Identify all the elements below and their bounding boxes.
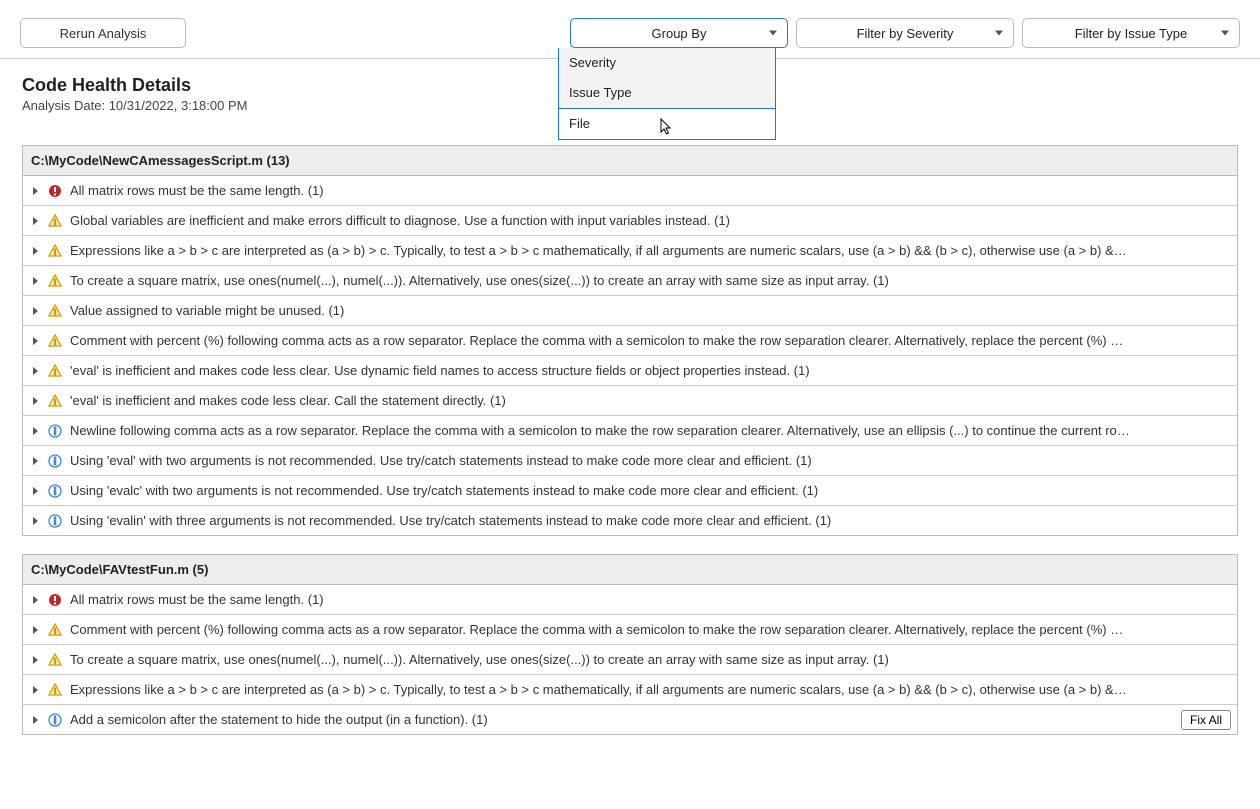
issue-row[interactable]: Comment with percent (%) following comma… [23, 615, 1237, 645]
warning-icon [48, 274, 62, 288]
warning-icon [48, 304, 62, 318]
chevron-down-icon [1221, 31, 1229, 36]
group-by-label: Group By [652, 26, 707, 41]
expand-icon[interactable] [33, 686, 38, 694]
error-icon [48, 593, 62, 607]
issue-text: Expressions like a > b > c are interpret… [70, 682, 1227, 697]
issue-row[interactable]: Comment with percent (%) following comma… [23, 326, 1237, 356]
info-icon [48, 424, 62, 438]
chevron-down-icon [769, 31, 777, 36]
issue-row[interactable]: Expressions like a > b > c are interpret… [23, 236, 1237, 266]
issue-text: Comment with percent (%) following comma… [70, 333, 1227, 348]
fix-all-button[interactable]: Fix All [1181, 710, 1231, 730]
issue-text: All matrix rows must be the same length.… [70, 183, 1227, 198]
warning-icon [48, 653, 62, 667]
issue-text: 'eval' is inefficient and makes code les… [70, 393, 1227, 408]
expand-icon[interactable] [33, 517, 38, 525]
file-group-header[interactable]: C:\MyCode\NewCAmessagesScript.m (13) [23, 146, 1237, 176]
issue-row[interactable]: Using 'eval' with two arguments is not r… [23, 446, 1237, 476]
issue-row[interactable]: To create a square matrix, use ones(nume… [23, 645, 1237, 675]
warning-icon [48, 244, 62, 258]
expand-icon[interactable] [33, 427, 38, 435]
issue-row[interactable]: Global variables are inefficient and mak… [23, 206, 1237, 236]
issue-text: Newline following comma acts as a row se… [70, 423, 1227, 438]
info-icon [48, 514, 62, 528]
chevron-down-icon [995, 31, 1003, 36]
issue-text: 'eval' is inefficient and makes code les… [70, 363, 1227, 378]
issue-text: Expressions like a > b > c are interpret… [70, 243, 1227, 258]
issue-text: Using 'evalc' with two arguments is not … [70, 483, 1227, 498]
info-icon [48, 484, 62, 498]
issue-text: Add a semicolon after the statement to h… [70, 712, 1227, 727]
file-group: C:\MyCode\FAVtestFun.m (5) All matrix row… [22, 554, 1238, 735]
expand-icon[interactable] [33, 247, 38, 255]
expand-icon[interactable] [33, 487, 38, 495]
expand-icon[interactable] [33, 397, 38, 405]
issue-row[interactable]: Newline following comma acts as a row se… [23, 416, 1237, 446]
issue-row[interactable]: Add a semicolon after the statement to h… [23, 705, 1237, 734]
filter-issue-type-label: Filter by Issue Type [1075, 26, 1187, 41]
issue-row[interactable]: Using 'evalin' with three arguments is n… [23, 506, 1237, 535]
warning-icon [48, 394, 62, 408]
group-by-menu: Severity Issue Type File [558, 48, 776, 140]
issue-row[interactable]: All matrix rows must be the same length.… [23, 176, 1237, 206]
group-by-dropdown[interactable]: Group By [570, 18, 788, 48]
filter-issue-type-dropdown[interactable]: Filter by Issue Type [1022, 18, 1240, 48]
file-group-header[interactable]: C:\MyCode\FAVtestFun.m (5) [23, 555, 1237, 585]
issue-row[interactable]: 'eval' is inefficient and makes code les… [23, 356, 1237, 386]
group-by-option-issue-type[interactable]: Issue Type [559, 78, 775, 108]
expand-icon[interactable] [33, 596, 38, 604]
expand-icon[interactable] [33, 626, 38, 634]
warning-icon [48, 214, 62, 228]
issue-text: Value assigned to variable might be unus… [70, 303, 1227, 318]
issue-row[interactable]: All matrix rows must be the same length.… [23, 585, 1237, 615]
issue-text: Using 'evalin' with three arguments is n… [70, 513, 1227, 528]
info-icon [48, 454, 62, 468]
expand-icon[interactable] [33, 716, 38, 724]
expand-icon[interactable] [33, 217, 38, 225]
rerun-analysis-button[interactable]: Rerun Analysis [20, 18, 186, 48]
expand-icon[interactable] [33, 367, 38, 375]
expand-icon[interactable] [33, 187, 38, 195]
warning-icon [48, 683, 62, 697]
file-group: C:\MyCode\NewCAmessagesScript.m (13) All … [22, 145, 1238, 536]
expand-icon[interactable] [33, 457, 38, 465]
filter-severity-label: Filter by Severity [857, 26, 954, 41]
issue-text: To create a square matrix, use ones(nume… [70, 652, 1227, 667]
warning-icon [48, 364, 62, 378]
expand-icon[interactable] [33, 307, 38, 315]
info-icon [48, 713, 62, 727]
group-by-option-severity[interactable]: Severity [559, 48, 775, 78]
issue-text: Global variables are inefficient and mak… [70, 213, 1227, 228]
expand-icon[interactable] [33, 277, 38, 285]
warning-icon [48, 623, 62, 637]
toolbar: Rerun Analysis Group By Filter by Severi… [0, 0, 1260, 59]
issue-text: Using 'eval' with two arguments is not r… [70, 453, 1227, 468]
issue-row[interactable]: 'eval' is inefficient and makes code les… [23, 386, 1237, 416]
issue-row[interactable]: Expressions like a > b > c are interpret… [23, 675, 1237, 705]
filter-severity-dropdown[interactable]: Filter by Severity [796, 18, 1014, 48]
issue-row[interactable]: Using 'evalc' with two arguments is not … [23, 476, 1237, 506]
issue-text: Comment with percent (%) following comma… [70, 622, 1227, 637]
issue-text: All matrix rows must be the same length.… [70, 592, 1227, 607]
issue-text: To create a square matrix, use ones(nume… [70, 273, 1227, 288]
issue-row[interactable]: Value assigned to variable might be unus… [23, 296, 1237, 326]
expand-icon[interactable] [33, 337, 38, 345]
warning-icon [48, 334, 62, 348]
expand-icon[interactable] [33, 656, 38, 664]
issue-row[interactable]: To create a square matrix, use ones(nume… [23, 266, 1237, 296]
error-icon [48, 184, 62, 198]
group-by-option-file[interactable]: File [559, 108, 775, 139]
